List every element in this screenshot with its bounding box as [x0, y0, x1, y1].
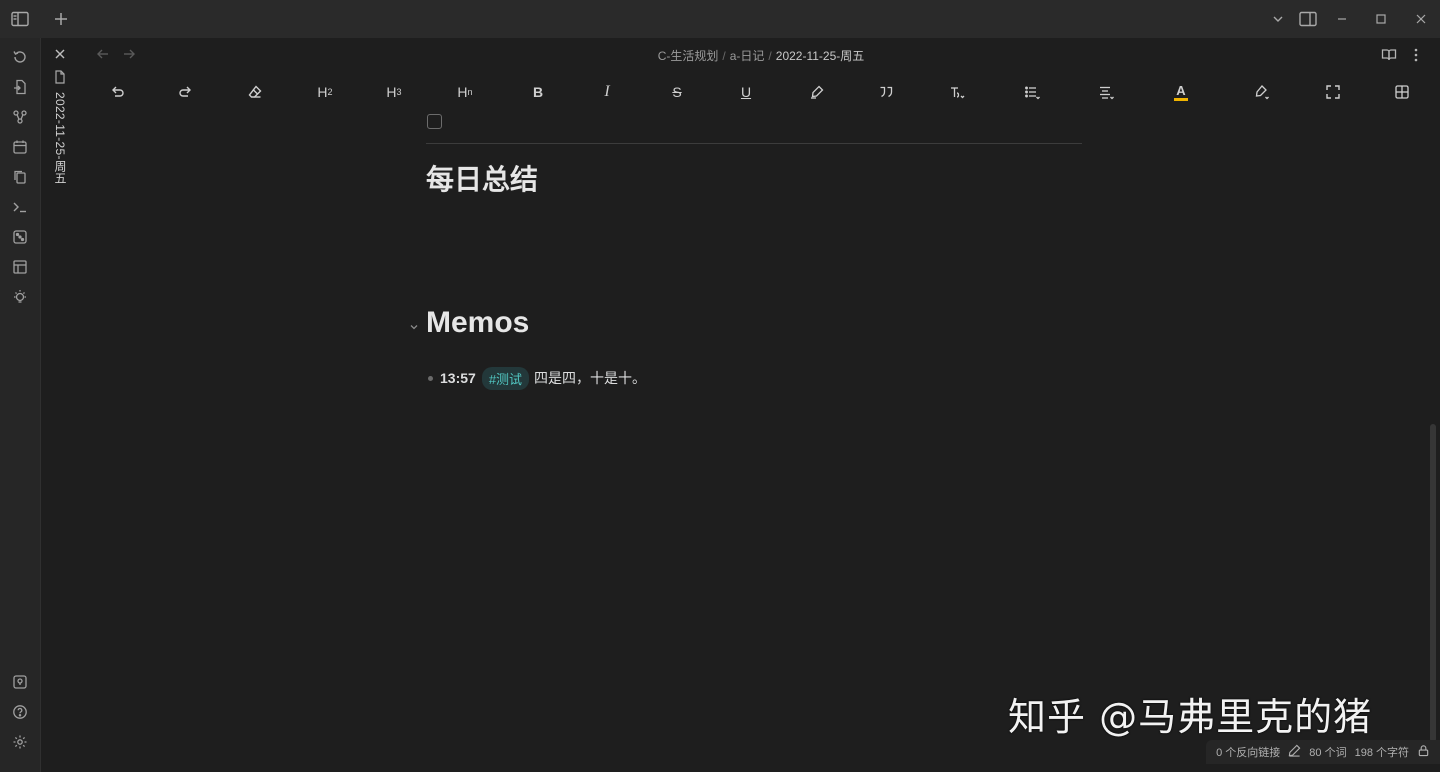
file-icon	[54, 69, 66, 84]
memo-list-item: 13:57 #测试 四是四，十是十。	[428, 366, 646, 390]
status-bar: 0 个反向链接 80 个词 198 个字符	[1206, 740, 1440, 764]
bottom-edge	[0, 764, 1440, 772]
heading-2-sub: 2	[327, 87, 333, 97]
graph-icon[interactable]	[10, 107, 30, 127]
memo-text: 四是四，十是十。	[534, 370, 647, 386]
heading-daily-summary: 每日总结	[426, 163, 539, 196]
help-icon[interactable]	[10, 702, 30, 722]
watermark: 知乎 @马弗里克的猪	[1008, 695, 1373, 739]
heading-n-button[interactable]: Hn	[452, 81, 478, 103]
settings-icon[interactable]	[10, 732, 30, 752]
heading-memos: Memos	[426, 306, 530, 339]
horizontal-rule	[426, 143, 1082, 144]
scrollbar-thumb[interactable]	[1430, 424, 1436, 742]
highlight-pen-icon[interactable]	[804, 81, 830, 103]
heading-n-sub: n	[467, 87, 473, 97]
more-options-icon[interactable]	[1407, 46, 1425, 64]
tab-title[interactable]: 2022-11-25-周五	[52, 92, 69, 184]
strikethrough-label: S	[672, 84, 682, 100]
file-import-icon[interactable]	[10, 77, 30, 97]
toolbar-settings-icon[interactable]	[1389, 81, 1415, 103]
heading-2-button[interactable]: H2	[312, 81, 338, 103]
breadcrumb-separator: /	[722, 49, 726, 63]
undo-icon[interactable]	[104, 81, 130, 103]
dice-icon[interactable]	[10, 227, 30, 247]
fullscreen-icon[interactable]	[1320, 81, 1346, 103]
calendar-icon[interactable]	[10, 137, 30, 157]
bold-label: B	[532, 84, 544, 100]
heading-3-label: H	[386, 84, 397, 100]
bullet-point	[428, 375, 433, 381]
fold-chevron-icon[interactable]	[408, 318, 420, 330]
eraser-icon[interactable]	[242, 81, 268, 103]
quote-icon[interactable]	[873, 81, 899, 103]
heading-n-label: H	[457, 84, 468, 100]
close-window-icon[interactable]	[1411, 9, 1431, 29]
list-dropdown-icon[interactable]	[1019, 81, 1045, 103]
heading-3-sub: 3	[396, 87, 402, 97]
title-bar	[0, 0, 1440, 38]
underline-button[interactable]: U	[733, 81, 759, 103]
vault-icon[interactable]	[10, 672, 30, 692]
copy-icon[interactable]	[10, 167, 30, 187]
font-color-label: A	[1176, 82, 1186, 98]
heading-2-label: H	[317, 84, 328, 100]
backlinks-count[interactable]: 0 个反向链接	[1216, 744, 1280, 760]
edit-mode-icon[interactable]	[1288, 744, 1301, 760]
font-color-swatch	[1174, 97, 1188, 101]
lightbulb-icon[interactable]	[10, 287, 30, 307]
sidebar-toggle-icon[interactable]	[10, 9, 30, 29]
italic-label: I	[604, 83, 610, 100]
right-sidebar-toggle-icon[interactable]	[1298, 9, 1318, 29]
reading-view-icon[interactable]	[1380, 46, 1398, 64]
vertical-tab-strip: 2022-11-25-周五	[41, 38, 79, 772]
maximize-icon[interactable]	[1371, 9, 1391, 29]
format-dropdown-icon[interactable]	[944, 81, 970, 103]
char-count: 198 个字符	[1354, 747, 1409, 759]
breadcrumb-separator: /	[768, 49, 772, 63]
memo-time: 13:57	[440, 370, 476, 386]
new-tab-icon[interactable]	[51, 9, 71, 29]
underline-label: U	[740, 84, 752, 100]
italic-button[interactable]: I	[594, 81, 620, 103]
breadcrumb-subfolder[interactable]: a-日记	[730, 49, 765, 63]
minimize-icon[interactable]	[1332, 9, 1352, 29]
memo-tag[interactable]: #测试	[481, 366, 530, 390]
heading-3-button[interactable]: H3	[381, 81, 407, 103]
redo-icon[interactable]	[173, 81, 199, 103]
bold-button[interactable]: B	[525, 81, 551, 103]
strikethrough-button[interactable]: S	[664, 81, 690, 103]
sync-lock-icon[interactable]	[1417, 744, 1430, 760]
layout-icon[interactable]	[10, 257, 30, 277]
breadcrumb-current[interactable]: 2022-11-25-周五	[776, 49, 865, 63]
align-dropdown-icon[interactable]	[1093, 81, 1119, 103]
chevron-down-icon[interactable]	[1268, 9, 1288, 29]
terminal-icon[interactable]	[10, 197, 30, 217]
breadcrumb: C-生活规划 / a-日记/2022-11-25-周五	[0, 47, 1440, 64]
editor-toolbar: H2 H3 Hn B I S U A	[80, 76, 1440, 108]
ribbon	[0, 38, 41, 772]
task-checkbox[interactable]	[427, 114, 442, 129]
breadcrumb-folder[interactable]: C-生活规划	[658, 49, 719, 63]
font-color-button[interactable]: A	[1168, 81, 1194, 103]
word-count: 80 个词	[1309, 747, 1347, 759]
background-color-icon[interactable]	[1248, 81, 1274, 103]
